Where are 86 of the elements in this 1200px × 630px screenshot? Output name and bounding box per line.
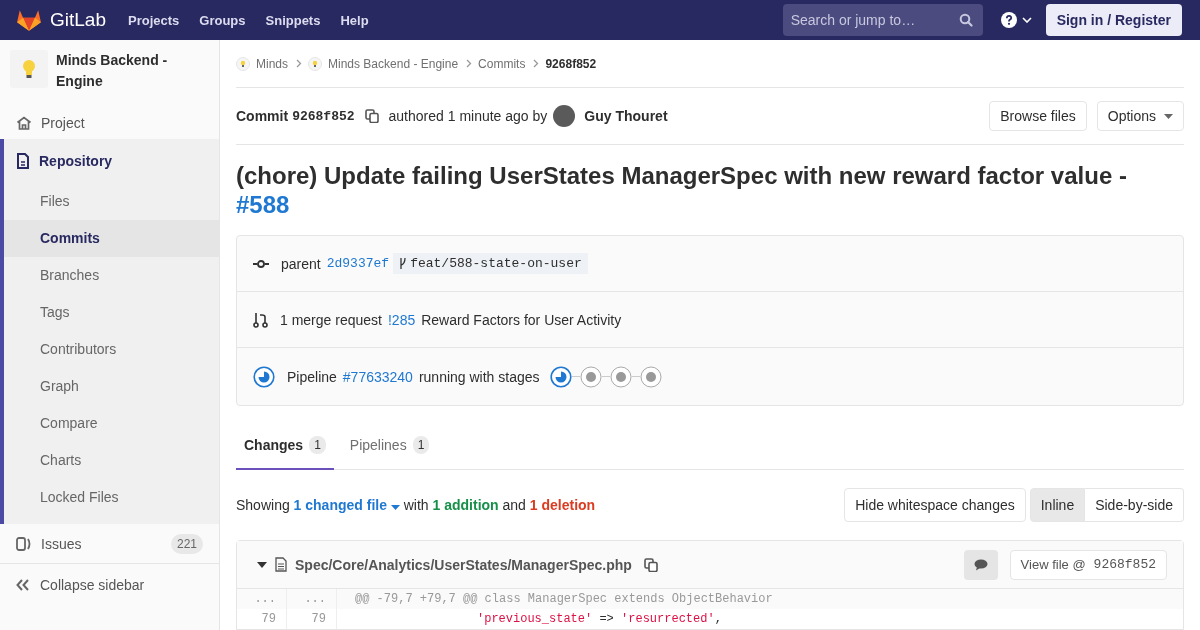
- copy-icon[interactable]: [364, 109, 379, 123]
- nav-link[interactable]: Projects: [128, 12, 180, 28]
- lightbulb-icon: [22, 59, 36, 79]
- pipeline-link[interactable]: #77633240: [342, 368, 413, 385]
- issue-link[interactable]: #588: [236, 191, 290, 218]
- parent-label: parent: [281, 255, 321, 272]
- fox-logo-icon[interactable]: [16, 8, 42, 32]
- changes-summary: Showing 1 changed file with 1 addition and 1 deletion: [236, 497, 596, 513]
- comment-button[interactable]: [963, 549, 998, 580]
- group-avatar-icon: [308, 56, 322, 71]
- speech-bubble-icon: [973, 558, 988, 571]
- commit-icon: [253, 259, 269, 268]
- nav-link[interactable]: Help: [340, 12, 369, 28]
- authored-text: authored 1 minute ago by: [388, 108, 548, 124]
- merge-request-icon: [253, 311, 268, 328]
- parent-commit-link[interactable]: 2d9337ef: [326, 256, 390, 271]
- view-mode-button[interactable]: Inline: [1029, 488, 1086, 522]
- code-line: @@ -79,7 +79,7 @@ class ManagerSpec extends ObjectBehavior: [354, 591, 773, 608]
- merge-request-count: 1 merge request: [280, 311, 382, 328]
- commit-sha: 9268f852: [292, 108, 355, 124]
- tab[interactable]: Pipelines 1: [341, 422, 438, 470]
- view-file-button[interactable]: View file @ 9268f852: [1009, 549, 1167, 580]
- caret-icon: [1164, 113, 1173, 119]
- chevron-down-icon: [1021, 17, 1032, 23]
- sidebar-subitem[interactable]: Compare: [4, 405, 219, 443]
- branch-label[interactable]: feat/588-state-on-user: [393, 253, 588, 274]
- sidebar-subitem[interactable]: Graph: [4, 368, 219, 406]
- commit-action-button[interactable]: Options: [1096, 101, 1184, 131]
- collapse-sidebar-button[interactable]: Collapse sidebar: [0, 564, 219, 630]
- sidebar-subitem[interactable]: Contributors: [4, 331, 219, 369]
- sidebar-item[interactable]: Project: [0, 106, 219, 140]
- author-link[interactable]: Guy Thouret: [584, 108, 668, 124]
- changed-files-link[interactable]: 1 changed file: [293, 497, 400, 513]
- stage-pending-icon[interactable]: [609, 365, 632, 388]
- merge-request-link[interactable]: !285: [387, 311, 416, 328]
- document-icon: [16, 153, 30, 170]
- view-mode-button[interactable]: Side-by-side: [1085, 488, 1184, 522]
- breadcrumb-link[interactable]: 9268f852: [545, 56, 597, 71]
- breadcrumb-link[interactable]: Commits: [478, 56, 526, 71]
- author-avatar[interactable]: [553, 105, 576, 127]
- search-icon: [958, 13, 973, 27]
- issue-count-badge: 221: [170, 533, 203, 554]
- group-avatar-icon: [236, 56, 250, 71]
- commit-title: (chore) Update failing UserStates ManagerSpec with new reward factor value - #588: [236, 161, 1128, 219]
- sidebar-item[interactable]: Issues 221: [0, 524, 219, 565]
- home-icon: [16, 115, 32, 130]
- commit-label: Commit: [236, 108, 289, 124]
- merge-request-title: Reward Factors for User Activity: [421, 311, 622, 328]
- breadcrumb-link[interactable]: Minds Backend - Engine: [328, 56, 459, 71]
- branch-icon: [399, 258, 408, 269]
- help-icon: [1000, 12, 1017, 28]
- stage-pending-icon[interactable]: [579, 365, 602, 388]
- stage-pending-icon[interactable]: [639, 365, 662, 388]
- sidebar-subitem[interactable]: Tags: [4, 294, 219, 332]
- chevron-right-icon: [533, 59, 540, 68]
- sidebar-subitem[interactable]: Commits: [4, 220, 219, 258]
- sidebar-subitem[interactable]: Charts: [4, 442, 219, 480]
- file-path[interactable]: Spec/Core/Analytics/UserStates/ManagerSpec.php: [295, 556, 632, 573]
- project-name[interactable]: Minds Backend - Engine: [56, 50, 209, 92]
- code-line: 'previous_state' => 'resurrected',: [476, 611, 722, 628]
- search-field[interactable]: Search or jump to…: [782, 4, 983, 36]
- pipeline-running-icon: [253, 365, 275, 388]
- sidebar-subitem[interactable]: Locked Files: [4, 479, 219, 517]
- caret-icon: [390, 505, 400, 510]
- logo-text[interactable]: GitLab: [50, 9, 106, 31]
- sign-in-button[interactable]: Sign in / Register: [1045, 4, 1182, 36]
- breadcrumb-link[interactable]: Minds: [256, 56, 288, 71]
- caret-down-icon[interactable]: [257, 561, 267, 568]
- tab[interactable]: Changes 1: [236, 422, 334, 470]
- hide-whitespace-button[interactable]: Hide whitespace changes: [844, 488, 1026, 522]
- sidebar-subitem[interactable]: Branches: [4, 257, 219, 295]
- nav-link[interactable]: Groups: [199, 12, 246, 28]
- help-dropdown[interactable]: [1000, 12, 1032, 28]
- issues-icon: [16, 536, 32, 551]
- file-icon: [275, 557, 287, 572]
- pipeline-status-text: running with stages: [418, 368, 540, 385]
- sidebar-subitem[interactable]: Files: [4, 183, 219, 221]
- commit-action-button[interactable]: Browse files: [989, 101, 1087, 131]
- nav-link[interactable]: Snippets: [265, 12, 321, 28]
- chevron-right-icon: [466, 59, 473, 68]
- sidebar-item[interactable]: Repository: [4, 139, 219, 184]
- copy-icon[interactable]: [643, 557, 658, 572]
- stage-running-icon[interactable]: [549, 365, 572, 388]
- chevron-right-icon: [296, 59, 302, 68]
- pipeline-label: Pipeline: [287, 368, 337, 385]
- double-chevron-left-icon: [16, 579, 30, 592]
